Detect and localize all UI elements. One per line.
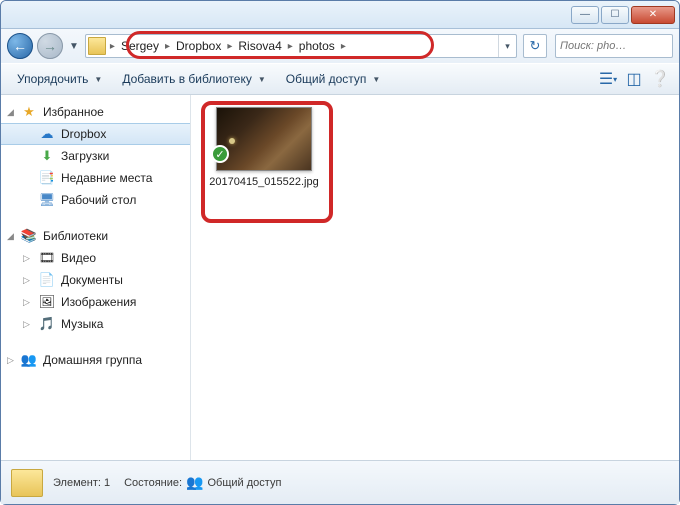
chevron-right-icon[interactable]: ▸ [108,41,117,52]
sidebar-item-label: Загрузки [61,149,109,163]
homegroup-group: ▷ 👥 Домашняя группа [1,349,190,371]
minimize-button[interactable]: — [571,6,599,24]
forward-button[interactable]: → [37,33,63,59]
sidebar-item-recent[interactable]: 📑 Недавние места [1,167,190,189]
libraries-icon: 📚 [21,228,37,244]
search-box[interactable] [555,34,673,58]
share-menu[interactable]: Общий доступ ▼ [278,68,389,90]
favorites-label: Избранное [43,105,104,119]
organize-menu[interactable]: Упорядочить ▼ [9,68,110,90]
chevron-right-icon: ▸ [339,41,348,52]
folder-icon [88,37,106,55]
collapse-icon[interactable]: ◢ [7,231,14,242]
share-label: Общий доступ [286,72,367,86]
sidebar-item-label: Dropbox [61,127,106,141]
chevron-down-icon: ▼ [94,75,102,84]
file-list-pane[interactable]: ✓ 20170415_015522.jpg [191,95,679,460]
breadcrumb-segment[interactable]: Sergey [117,35,163,57]
navigation-pane: ◢ ★ Избранное ☁ Dropbox ⬇ Загрузки 📑 Нед… [1,95,191,460]
expand-icon[interactable]: ▷ [23,319,30,330]
close-button[interactable]: ✕ [631,6,675,24]
file-thumbnail [216,107,312,171]
history-dropdown[interactable]: ▼ [67,41,81,52]
star-icon: ★ [21,104,37,120]
sidebar-item-dropbox[interactable]: ☁ Dropbox [1,123,190,145]
homegroup-icon: 👥 [21,352,37,368]
pictures-icon: 🖼 [39,294,55,310]
expand-icon[interactable]: ▷ [23,297,30,308]
sidebar-item-label: Домашняя группа [43,353,142,367]
item-count: Элемент: 1 [53,477,110,489]
chevron-right-icon: ▸ [163,41,172,52]
navigation-bar: ← → ▼ ▸ Sergey ▸ Dropbox ▸ Risova4 ▸ pho… [1,29,679,63]
chevron-down-icon: ▼ [258,75,266,84]
libraries-group: ◢ 📚 Библиотеки ▷ 🎞 Видео ▷ 📄 Документы ▷… [1,225,190,335]
command-bar: Упорядочить ▼ Добавить в библиотеку ▼ Об… [1,63,679,95]
expand-icon[interactable]: ▷ [7,355,14,366]
expand-icon[interactable]: ▷ [23,253,30,264]
breadcrumb-segment[interactable]: Risova4 [234,35,285,57]
breadcrumb: ▸ Sergey ▸ Dropbox ▸ Risova4 ▸ photos ▸ [108,35,348,57]
titlebar: — ☐ ✕ [1,1,679,29]
sidebar-item-homegroup[interactable]: ▷ 👥 Домашняя группа [1,349,190,371]
state-label: Состояние: [124,477,182,489]
people-icon: 👥 [186,474,203,491]
chevron-down-icon: ▼ [372,75,380,84]
collapse-icon[interactable]: ◢ [7,107,14,118]
share-status: Общий доступ [208,477,282,489]
sidebar-item-desktop[interactable]: 🖥 Рабочий стол [1,189,190,211]
favorites-group: ◢ ★ Избранное ☁ Dropbox ⬇ Загрузки 📑 Нед… [1,101,190,211]
documents-icon: 📄 [39,272,55,288]
folder-icon [11,469,43,497]
favorites-header[interactable]: ◢ ★ Избранное [1,101,190,123]
explorer-window: — ☐ ✕ ← → ▼ ▸ Sergey ▸ Dropbox ▸ Risova4… [0,0,680,505]
expand-icon[interactable]: ▷ [23,275,30,286]
refresh-button[interactable]: ↻ [523,34,547,58]
recent-icon: 📑 [39,170,55,186]
back-button[interactable]: ← [7,33,33,59]
sidebar-item-label: Музыка [61,317,103,331]
window-controls: — ☐ ✕ [571,6,675,24]
add-library-label: Добавить в библиотеку [122,72,252,86]
help-button[interactable]: ❔ [649,68,671,90]
music-icon: 🎵 [39,316,55,332]
add-to-library-menu[interactable]: Добавить в библиотеку ▼ [114,68,273,90]
search-input[interactable] [556,40,672,52]
sidebar-item-music[interactable]: ▷ 🎵 Музыка [1,313,190,335]
chevron-right-icon: ▸ [286,41,295,52]
sidebar-item-label: Документы [61,273,123,287]
libraries-header[interactable]: ◢ 📚 Библиотеки [1,225,190,247]
desktop-icon: 🖥 [39,192,55,208]
sidebar-item-documents[interactable]: ▷ 📄 Документы [1,269,190,291]
organize-label: Упорядочить [17,72,88,86]
chevron-right-icon: ▸ [225,41,234,52]
sidebar-item-label: Рабочий стол [61,193,136,207]
preview-pane-button[interactable]: ◫ [623,68,645,90]
address-dropdown[interactable]: ▾ [498,35,516,57]
sidebar-item-label: Недавние места [61,171,152,185]
sidebar-item-downloads[interactable]: ⬇ Загрузки [1,145,190,167]
sidebar-item-pictures[interactable]: ▷ 🖼 Изображения [1,291,190,313]
address-bar[interactable]: ▸ Sergey ▸ Dropbox ▸ Risova4 ▸ photos ▸ … [85,34,517,58]
breadcrumb-segment[interactable]: Dropbox [172,35,225,57]
downloads-icon: ⬇ [39,148,55,164]
window-body: ◢ ★ Избранное ☁ Dropbox ⬇ Загрузки 📑 Нед… [1,95,679,460]
maximize-button[interactable]: ☐ [601,6,629,24]
sidebar-item-label: Видео [61,251,96,265]
sidebar-item-label: Изображения [61,295,136,309]
file-item[interactable]: ✓ 20170415_015522.jpg [209,107,319,189]
dropbox-icon: ☁ [39,126,55,142]
sidebar-item-videos[interactable]: ▷ 🎞 Видео [1,247,190,269]
details-pane: Элемент: 1 Состояние: 👥 Общий доступ [1,460,679,504]
breadcrumb-segment[interactable]: photos [295,35,339,57]
view-options-button[interactable]: ☰▾ [597,68,619,90]
file-name: 20170415_015522.jpg [209,175,319,189]
video-icon: 🎞 [39,250,55,266]
libraries-label: Библиотеки [43,229,108,243]
status-text: Элемент: 1 Состояние: 👥 Общий доступ [53,474,281,491]
